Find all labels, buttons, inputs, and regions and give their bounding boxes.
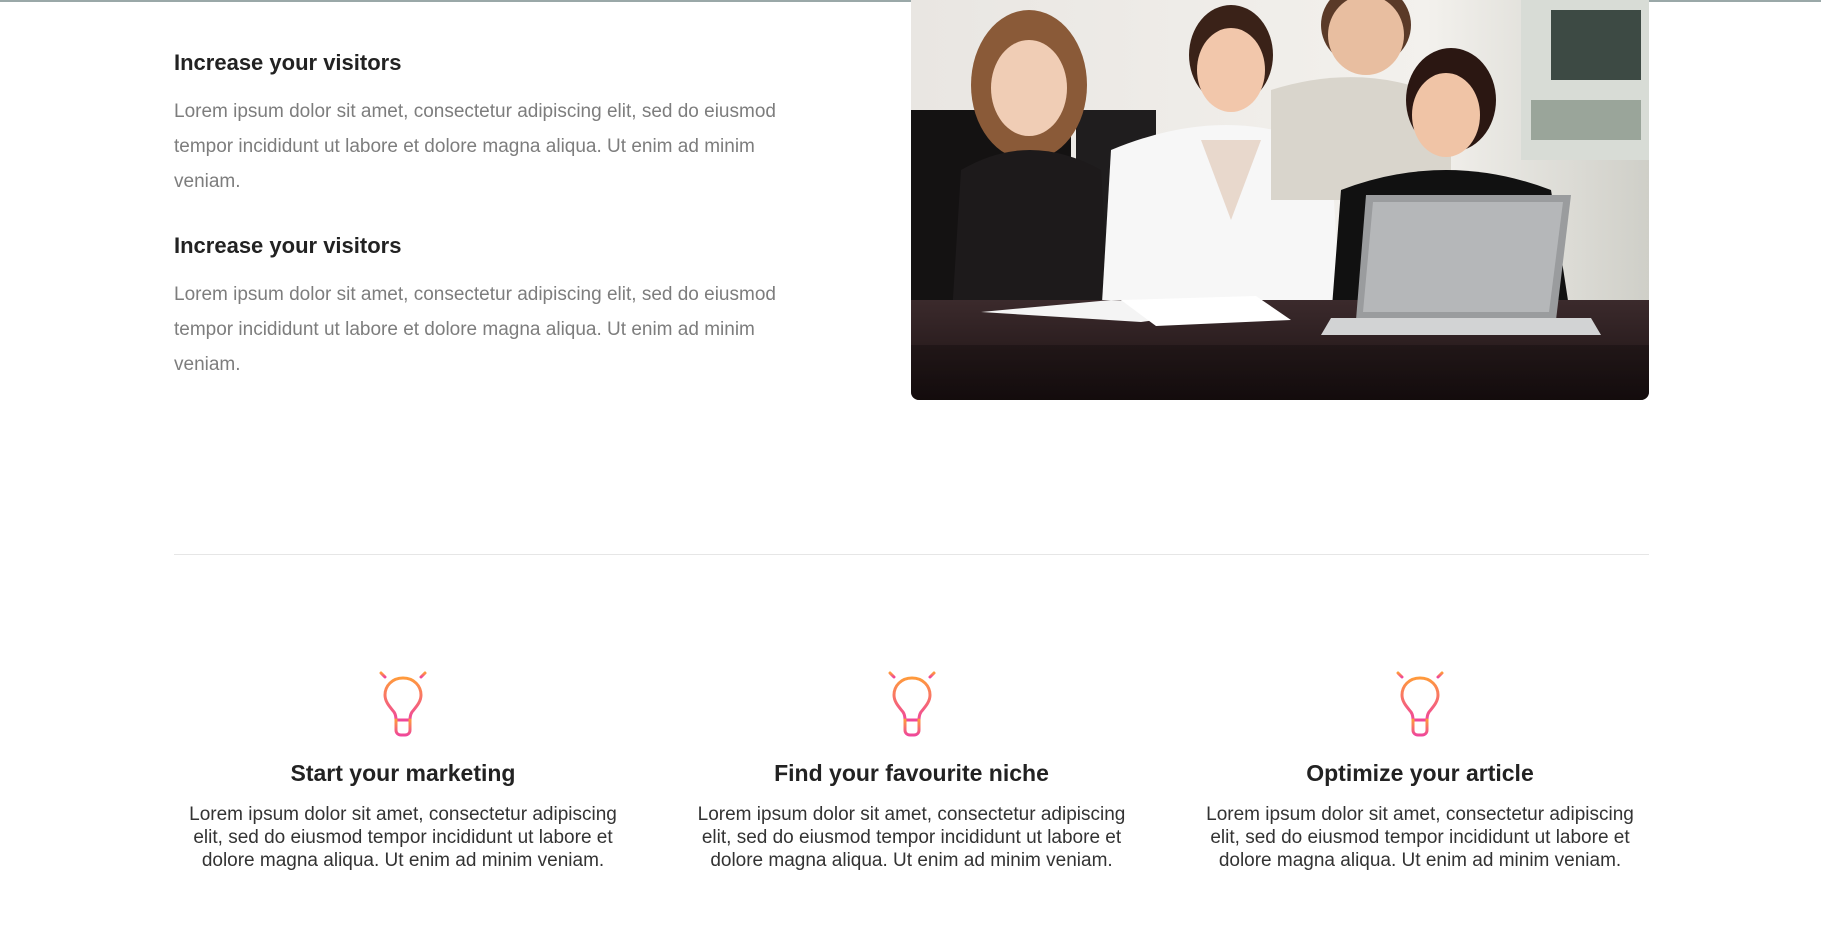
- feature-description: Lorem ipsum dolor sit amet, consectetur …: [174, 284, 776, 375]
- section-divider: [174, 554, 1649, 555]
- service-description: Lorem ipsum dolor sit amet, consectetur …: [189, 804, 617, 871]
- service-description: Lorem ipsum dolor sit amet, consectetur …: [1206, 804, 1634, 871]
- service-card: Start your marketing Lorem ipsum dolor s…: [174, 660, 632, 872]
- service-title: Optimize your article: [1306, 760, 1534, 786]
- feature-title: Increase your visitors: [174, 233, 402, 258]
- service-card: Optimize your article Lorem ipsum dolor …: [1191, 660, 1649, 872]
- services-row: Start your marketing Lorem ipsum dolor s…: [174, 660, 1649, 872]
- feature-item: Increase your visitors Lorem ipsum dolor…: [174, 48, 814, 199]
- feature-description: Lorem ipsum dolor sit amet, consectetur …: [174, 101, 776, 192]
- feature-item: Increase your visitors Lorem ipsum dolor…: [174, 231, 814, 382]
- service-description: Lorem ipsum dolor sit amet, consectetur …: [697, 804, 1126, 871]
- team-meeting-photo: [911, 0, 1649, 400]
- service-title: Find your favourite niche: [774, 760, 1049, 786]
- service-card: Find your favourite niche Lorem ipsum do…: [683, 660, 1141, 872]
- feature-title: Increase your visitors: [174, 50, 402, 75]
- features-list: Increase your visitors Lorem ipsum dolor…: [174, 48, 814, 382]
- lightbulb-icon: [369, 662, 437, 737]
- lightbulb-icon: [878, 662, 945, 737]
- lightbulb-icon: [1386, 662, 1454, 737]
- service-title: Start your marketing: [290, 760, 516, 786]
